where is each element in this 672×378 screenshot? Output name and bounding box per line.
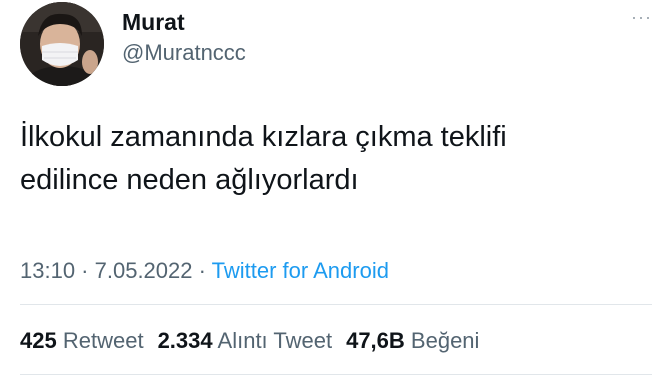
- user-handle[interactable]: @Muratnccc: [122, 40, 246, 66]
- retweet-label: Retweet: [62, 328, 144, 353]
- tweet-text: İlkokul zamanında kızlara çıkma teklifi …: [20, 116, 650, 202]
- display-name[interactable]: Murat: [122, 8, 185, 36]
- meta-separator: ·: [192, 258, 212, 283]
- avatar-photo: [20, 2, 104, 86]
- tweet-card: Murat @Muratnccc ··· İlkokul zamanında k…: [0, 0, 672, 378]
- meta-separator: ·: [75, 258, 95, 283]
- tweet-date[interactable]: 7.05.2022: [95, 258, 193, 283]
- tweet-source-link[interactable]: Twitter for Android: [212, 258, 389, 283]
- retweet-stat[interactable]: 425 Retweet: [20, 328, 144, 353]
- quote-label: Alıntı Tweet: [217, 328, 333, 353]
- quote-stat[interactable]: 2.334 Alıntı Tweet: [158, 328, 333, 353]
- divider: [20, 374, 652, 375]
- like-label: Beğeni: [410, 328, 480, 353]
- tweet-stats: 425 Retweet 2.334 Alıntı Tweet 47,6B Beğen…: [20, 328, 479, 354]
- more-options-icon[interactable]: ···: [631, 8, 652, 26]
- quote-count: 2.334: [157, 328, 213, 353]
- tweet-time[interactable]: 13:10: [20, 258, 75, 283]
- divider: [20, 304, 652, 305]
- like-count: 47,6B: [346, 328, 405, 353]
- retweet-count: 425: [20, 328, 57, 353]
- tweet-text-line: edilince neden ağlıyorlardı: [20, 164, 359, 196]
- tweet-meta: 13:10 · 7.05.2022 · Twitter for Android: [20, 258, 389, 284]
- avatar[interactable]: [20, 2, 104, 86]
- like-stat[interactable]: 47,6B Beğeni: [346, 328, 479, 353]
- tweet-text-line: İlkokul zamanında kızlara çıkma teklifi: [20, 121, 507, 153]
